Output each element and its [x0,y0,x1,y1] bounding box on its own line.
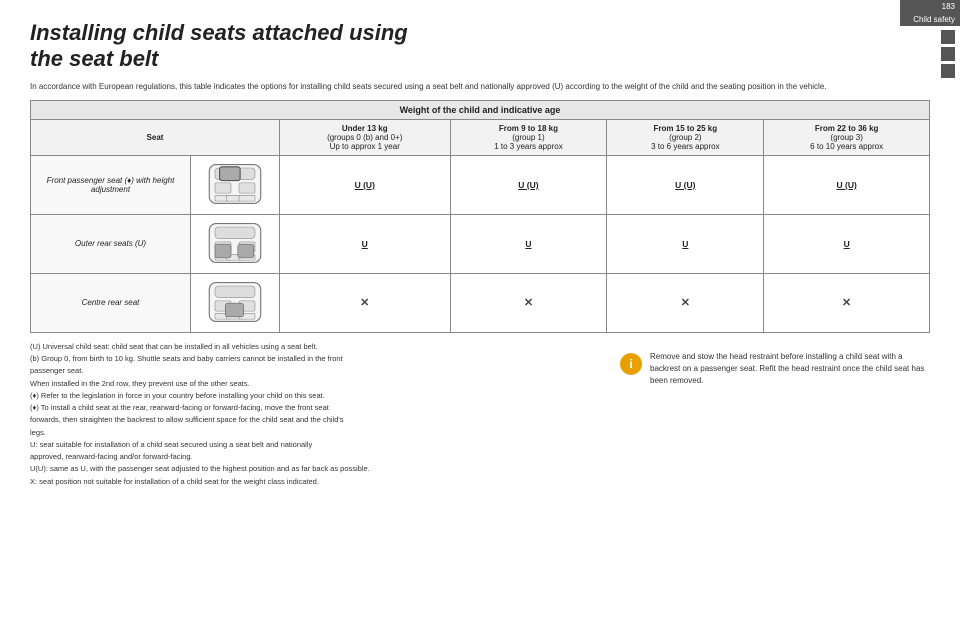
status-cell: U (U) [607,155,764,214]
col-seat-header: Seat [31,119,280,155]
seat-name-cell: Front passenger seat (♦) with height adj… [31,155,191,214]
status-cell: U [607,214,764,273]
seat-name-cell: Outer rear seats (U) [31,214,191,273]
status-cell: ✕ [450,273,607,332]
table-row: Outer rear seats (U) UUUU [31,214,930,273]
warning-text: Remove and stow the head restraint befor… [650,351,925,387]
footnote-line: U(U): same as U, with the passenger seat… [30,463,570,474]
page-title: Installing child seats attached using th… [30,20,730,73]
title-line2: the seat belt [30,46,158,71]
seat-diagram-cell [191,214,280,273]
footnote-line: passenger seat. [30,365,570,376]
table-row: Centre rear seat ✕✕✕✕ [31,273,930,332]
page-container: Installing child seats attached using th… [0,0,960,640]
col2-header: From 9 to 18 kg (group 1) 1 to 3 years a… [450,119,607,155]
child-seat-table: Weight of the child and indicative age S… [30,100,930,333]
subtitle-text: In accordance with European regulations,… [30,81,880,92]
footnote-line: When installed in the 2nd row, they prev… [30,378,570,389]
status-cell: ✕ [280,273,451,332]
status-cell: ✕ [607,273,764,332]
table-row: Front passenger seat (♦) with height adj… [31,155,930,214]
seat-name-cell: Centre rear seat [31,273,191,332]
table-header-main: Weight of the child and indicative age [31,100,930,119]
footnote-line: forwards, then straighten the backrest t… [30,414,570,425]
status-cell: U (U) [764,155,930,214]
status-cell: U [280,214,451,273]
bottom-section: (U) Universal child seat: child seat tha… [30,341,930,488]
footnote-line: (U) Universal child seat: child seat tha… [30,341,570,352]
table-body: Front passenger seat (♦) with height adj… [31,155,930,332]
status-cell: ✕ [764,273,930,332]
seat-diagram-cell [191,273,280,332]
footnote-line: (♦) Refer to the legislation in force in… [30,390,570,401]
status-cell: U (U) [450,155,607,214]
footnote-line: (b) Group 0, from birth to 10 kg. Shuttl… [30,353,570,364]
col1-header: Under 13 kg (groups 0 (b) and 0+) Up to … [280,119,451,155]
title-line1: Installing child seats attached using [30,20,408,45]
footnote-line: legs. [30,427,570,438]
table-main-header: Weight of the child and indicative age [31,100,930,119]
warning-icon: i [620,353,642,375]
status-cell: U [764,214,930,273]
status-cell: U [450,214,607,273]
warning-box: i Remove and stow the head restraint bef… [615,346,930,392]
col4-header: From 22 to 36 kg (group 3) 6 to 10 years… [764,119,930,155]
table-header-sub: Seat Under 13 kg (groups 0 (b) and 0+) U… [31,119,930,155]
footnote-line: U: seat suitable for installation of a c… [30,439,570,450]
footnote-line: approved, rearward-facing and/or forward… [30,451,570,462]
status-cell: U (U) [280,155,451,214]
col3-header: From 15 to 25 kg (group 2) 3 to 6 years … [607,119,764,155]
seat-diagram-cell [191,155,280,214]
footnote-line: (♦) To install a child seat at the rear,… [30,402,570,413]
footnotes: (U) Universal child seat: child seat tha… [30,341,570,488]
footnote-line: X: seat position not suitable for instal… [30,476,570,487]
